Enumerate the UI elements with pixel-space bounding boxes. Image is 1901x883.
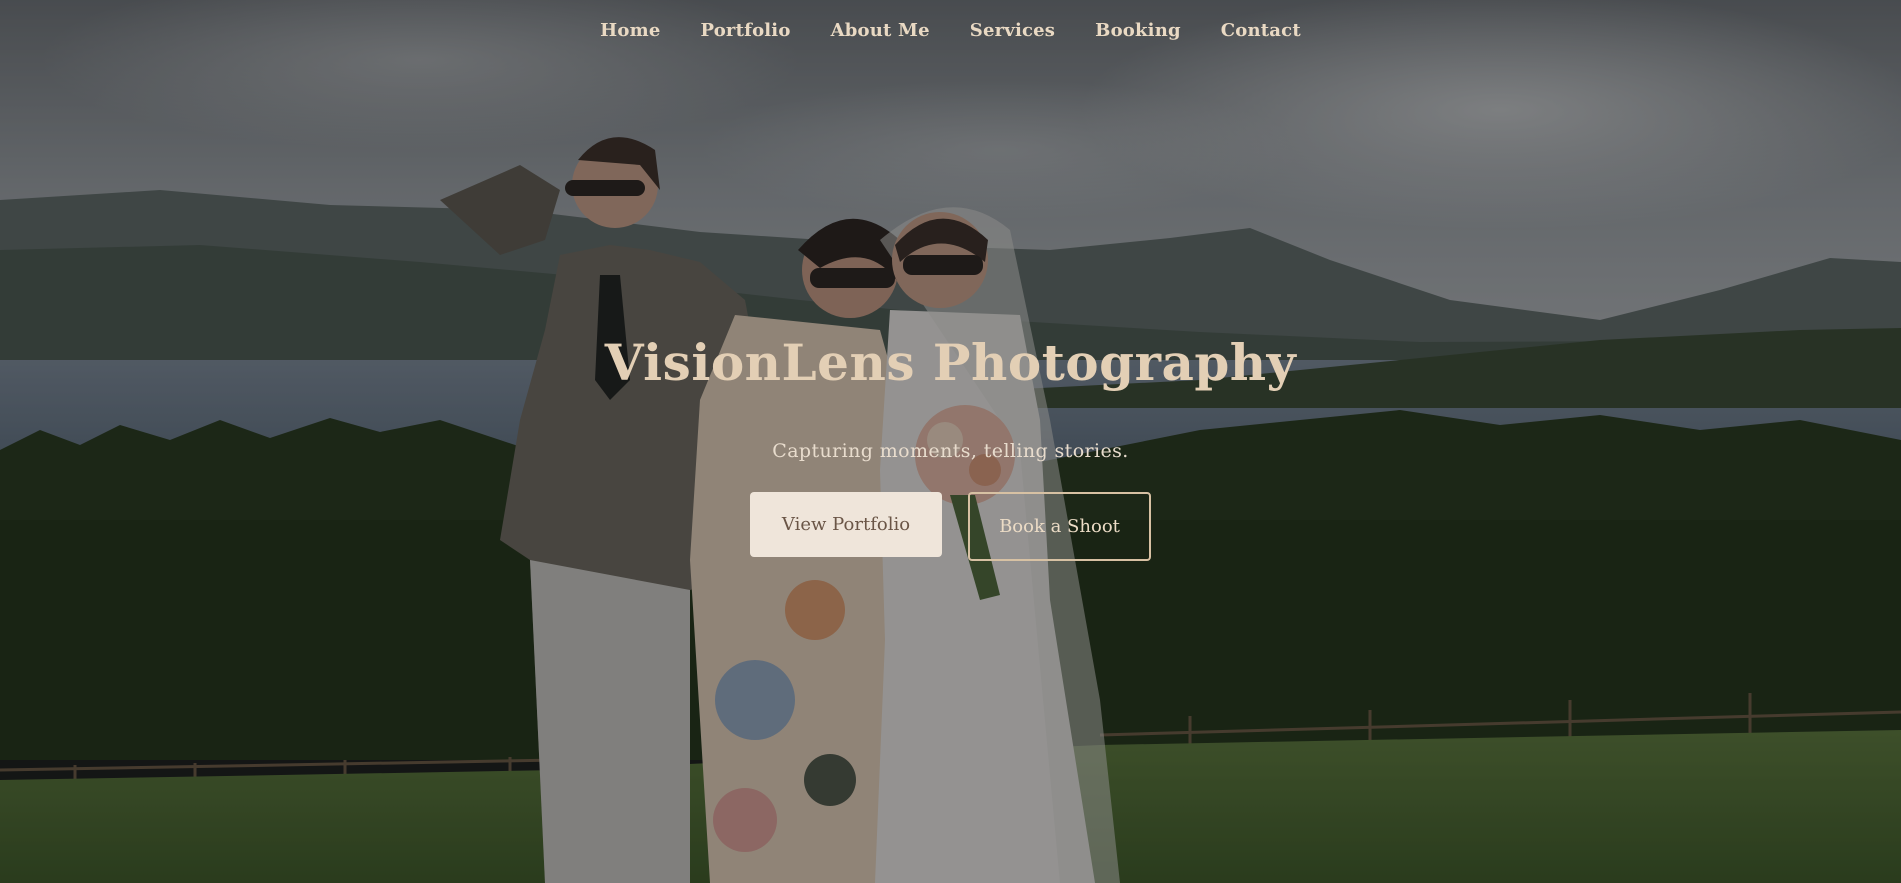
book-a-shoot-button[interactable]: Book a Shoot	[968, 492, 1151, 561]
nav-portfolio-link[interactable]: Portfolio	[700, 20, 790, 41]
hero-tagline: Capturing moments, telling stories.	[772, 440, 1129, 462]
nav-services-link[interactable]: Services	[970, 20, 1055, 41]
hero-content: VisionLens Photography Capturing moments…	[0, 328, 1901, 561]
cta-button-row: View Portfolio Book a Shoot	[0, 492, 1901, 561]
nav-home-link[interactable]: Home	[600, 20, 660, 41]
nav-contact-link[interactable]: Contact	[1221, 20, 1301, 41]
hero-section: Home Portfolio About Me Services Booking…	[0, 0, 1901, 883]
view-portfolio-button[interactable]: View Portfolio	[750, 492, 942, 557]
brand-title: VisionLens Photography	[604, 333, 1297, 392]
nav-booking-link[interactable]: Booking	[1095, 20, 1181, 41]
nav-about-me-link[interactable]: About Me	[831, 20, 930, 41]
main-navigation: Home Portfolio About Me Services Booking…	[0, 20, 1901, 41]
